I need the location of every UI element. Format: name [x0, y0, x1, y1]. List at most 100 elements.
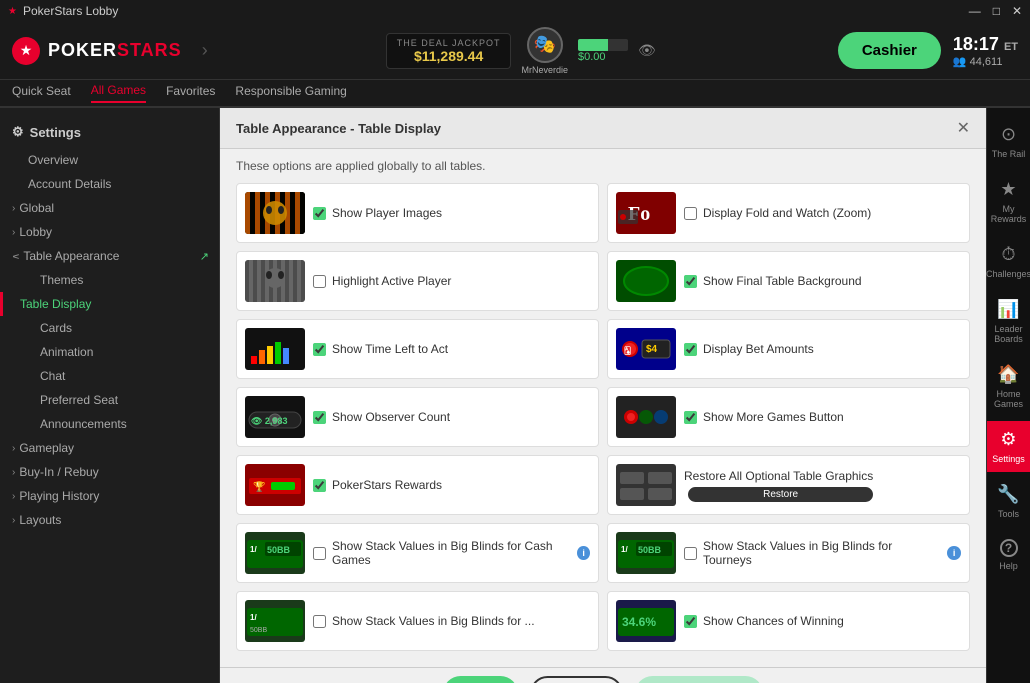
option-label-display-fold-watch[interactable]: Display Fold and Watch (Zoom) [684, 206, 871, 220]
option-highlight-active-player: Highlight Active Player [236, 251, 599, 311]
cashier-button[interactable]: Cashier [838, 32, 941, 69]
nav-quick-seat[interactable]: Quick Seat [12, 84, 71, 102]
cancel-button[interactable]: Cancel [530, 676, 622, 683]
themes-label: Themes [40, 273, 83, 287]
checkbox-display-bet-amounts[interactable] [684, 343, 697, 356]
nav-responsible-gaming[interactable]: Responsible Gaming [235, 84, 346, 102]
rail-item-challenges[interactable]: ⏱ Challenges [987, 236, 1030, 287]
option-label-show-player-images[interactable]: Show Player Images [313, 206, 442, 220]
option-label-pokerstars-rewards[interactable]: PokerStars Rewards [313, 478, 442, 492]
balance-area: $0.00 [578, 39, 628, 63]
content-description: These options are applied globally to al… [220, 149, 986, 183]
option-label-highlight-active-player[interactable]: Highlight Active Player [313, 274, 451, 288]
stack-values-cash-text: Show Stack Values in Big Blinds for Cash… [332, 539, 569, 567]
sidebar-section-playing-history[interactable]: Playing History [0, 484, 219, 508]
window-title: PokerStars Lobby [23, 4, 118, 18]
leaderboards-label: Leader Boards [991, 324, 1026, 344]
checkbox-stack-values3[interactable] [313, 615, 326, 628]
the-rail-icon: ⊙ [1001, 124, 1016, 145]
option-restore-table-graphics: Restore All Optional Table Graphics Rest… [607, 455, 970, 515]
option-chances-winning: 34.6% Show Chances of Winning [607, 591, 970, 651]
checkbox-pokerstars-rewards[interactable] [313, 479, 326, 492]
rail-item-settings[interactable]: ⚙ Settings [987, 421, 1030, 472]
close-window-button[interactable]: ✕ [1012, 4, 1022, 18]
sidebar-item-themes[interactable]: Themes [0, 268, 219, 292]
title-bar: ★ PokerStars Lobby — □ ✕ [0, 0, 1030, 22]
sidebar-section-lobby[interactable]: Lobby [0, 220, 219, 244]
option-label-show-time-left[interactable]: Show Time Left to Act [313, 342, 448, 356]
svg-text:50BB: 50BB [267, 545, 291, 555]
option-label-show-final-table[interactable]: Show Final Table Background [684, 274, 862, 288]
option-label-show-observer-count[interactable]: Show Observer Count [313, 410, 450, 424]
sidebar-item-announcements[interactable]: Announcements [0, 412, 219, 436]
sidebar-item-chat[interactable]: Chat [0, 364, 219, 388]
nav-favorites[interactable]: Favorites [166, 84, 215, 102]
option-label-stack-values-tourneys[interactable]: Show Stack Values in Big Blinds for Tour… [684, 539, 961, 567]
ok-button[interactable]: OK [443, 676, 519, 683]
option-label-stack-values3[interactable]: Show Stack Values in Big Blinds for ... [313, 614, 535, 628]
display-fold-watch-text: Display Fold and Watch (Zoom) [703, 206, 871, 220]
apply-changes-button[interactable]: Apply Changes [635, 676, 763, 683]
themes-link-icon[interactable]: ↗ [200, 250, 209, 263]
sidebar-item-animation[interactable]: Animation [0, 340, 219, 364]
option-label-display-bet-amounts[interactable]: Display Bet Amounts [684, 342, 814, 356]
rail-item-the-rail[interactable]: ⊙ The Rail [987, 116, 1030, 167]
balance-amount: $0.00 [578, 51, 606, 63]
checkbox-show-final-table[interactable] [684, 275, 697, 288]
option-show-player-images: Show Player Images [236, 183, 599, 243]
restore-button[interactable]: Restore [688, 487, 873, 502]
rail-item-help[interactable]: ? Help [987, 531, 1030, 579]
minimize-button[interactable]: — [969, 4, 981, 18]
sidebar-section-table-appearance[interactable]: ∨ Table Appearance ↗ [0, 244, 219, 268]
visibility-icon[interactable]: 👁 [638, 42, 656, 59]
highlight-active-player-text: Highlight Active Player [332, 274, 451, 288]
gameplay-arrow-icon [12, 443, 15, 454]
sidebar-item-table-display[interactable]: Table Display [0, 292, 219, 316]
checkbox-show-time-left[interactable] [313, 343, 326, 356]
help-icon: ? [1000, 539, 1018, 557]
option-stack-values3: 1/ 50BB Show Stack Values in Big Blinds … [236, 591, 599, 651]
challenges-icon: ⏱ [1001, 244, 1015, 265]
sidebar-item-account-details[interactable]: Account Details [0, 172, 219, 196]
close-settings-button[interactable]: ✕ [957, 118, 970, 138]
checkbox-stack-values-cash[interactable] [313, 547, 326, 560]
thumb-show-player-images [245, 192, 305, 234]
info-stack-cash-icon[interactable]: i [577, 546, 590, 560]
checkbox-display-fold-watch[interactable] [684, 207, 697, 220]
option-label-stack-values-cash[interactable]: Show Stack Values in Big Blinds for Cash… [313, 539, 590, 567]
sidebar-item-cards[interactable]: Cards [0, 316, 219, 340]
expand-arrow[interactable]: › [202, 40, 208, 61]
preferred-seat-label: Preferred Seat [40, 393, 118, 407]
rail-item-tools[interactable]: 🔧 Tools [987, 476, 1030, 527]
maximize-button[interactable]: □ [993, 4, 1000, 18]
nav-all-games[interactable]: All Games [91, 83, 146, 103]
rail-item-leaderboards[interactable]: 📊 Leader Boards [987, 291, 1030, 352]
checkbox-chances-winning[interactable] [684, 615, 697, 628]
rail-item-home-games[interactable]: 🏠 Home Games [987, 356, 1030, 417]
sidebar-item-overview[interactable]: Overview [0, 148, 219, 172]
checkbox-show-more-games-button[interactable] [684, 411, 697, 424]
settings-header: ⚙ Settings [0, 116, 219, 148]
restore-table-graphics-text: Restore All Optional Table Graphics [684, 469, 873, 483]
lobby-label: Lobby [19, 225, 52, 239]
main-layout: ⚙ Settings Overview Account Details Glob… [0, 108, 1030, 683]
option-label-chances-winning[interactable]: Show Chances of Winning [684, 614, 844, 628]
thumb-restore-table-graphics [616, 464, 676, 506]
sidebar-item-preferred-seat[interactable]: Preferred Seat [0, 388, 219, 412]
sidebar-section-gameplay[interactable]: Gameplay [0, 436, 219, 460]
option-label-show-more-games-button[interactable]: Show More Games Button [684, 410, 844, 424]
sidebar-section-layouts[interactable]: Layouts [0, 508, 219, 532]
my-rewards-label: My Rewards [991, 204, 1027, 224]
sidebar-section-buyin[interactable]: Buy-In / Rebuy [0, 460, 219, 484]
info-stack-tour-icon[interactable]: i [947, 546, 961, 560]
svg-text:34.6%: 34.6% [622, 615, 656, 629]
sidebar-section-global[interactable]: Global [0, 196, 219, 220]
checkbox-stack-values-tourneys[interactable] [684, 547, 697, 560]
announcements-label: Announcements [40, 417, 127, 431]
checkbox-show-observer-count[interactable] [313, 411, 326, 424]
checkbox-show-player-images[interactable] [313, 207, 326, 220]
rail-item-my-rewards[interactable]: ★ My Rewards [987, 171, 1030, 232]
the-rail-label: The Rail [992, 149, 1026, 159]
checkbox-highlight-active-player[interactable] [313, 275, 326, 288]
thumb-show-observer-count: 👁 2,983 [245, 396, 305, 438]
